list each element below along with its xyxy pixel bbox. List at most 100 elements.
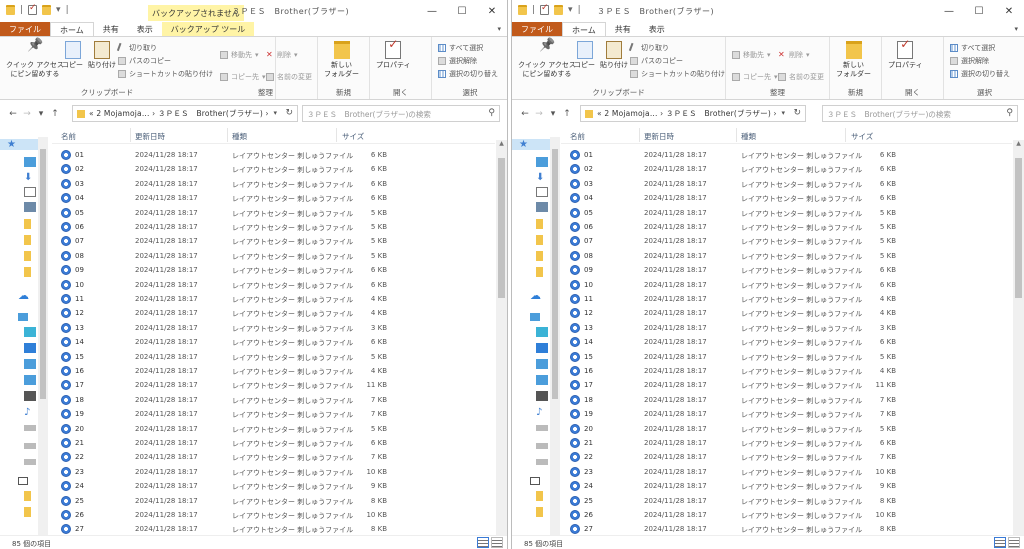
table-row[interactable]: 09 2024/11/28 18:17 レイアウトセンター 刺しゅうファイル 6 KB — [561, 263, 1012, 277]
recent-locations-icon[interactable]: ▾ — [546, 109, 560, 119]
column-date[interactable]: 更新日時 — [135, 131, 165, 142]
tab-home[interactable]: ホーム — [562, 22, 606, 36]
table-row[interactable]: 07 2024/11/28 18:17 レイアウトセンター 刺しゅうファイル 5 KB — [561, 234, 1012, 248]
back-button[interactable]: ← — [6, 109, 20, 119]
music-icon[interactable]: ♪ — [536, 407, 548, 418]
customize-toolbar-icon[interactable]: ▾ — [568, 5, 573, 15]
folder-icon[interactable] — [24, 267, 31, 277]
table-row[interactable]: 03 2024/11/28 18:17 レイアウトセンター 刺しゅうファイル 6 KB — [561, 177, 1012, 191]
table-row[interactable]: 12 2024/11/28 18:17 レイアウトセンター 刺しゅうファイル 4 KB — [52, 306, 495, 320]
tab-backup-tool[interactable]: バックアップ ツール — [161, 22, 255, 36]
pictures-icon[interactable] — [536, 202, 548, 212]
refresh-icon[interactable]: ↻ — [793, 108, 801, 118]
scrollbar-thumb[interactable] — [1015, 158, 1022, 298]
table-row[interactable]: 08 2024/11/28 18:17 レイアウトセンター 刺しゅうファイル 5 KB — [561, 249, 1012, 263]
new-folder-icon[interactable] — [554, 5, 564, 15]
pictures-icon[interactable] — [536, 391, 548, 401]
ribbon-expand-icon[interactable]: ▾ — [491, 22, 507, 36]
table-row[interactable]: 08 2024/11/28 18:17 レイアウトセンター 刺しゅうファイル 5 KB — [52, 249, 495, 263]
large-icons-view-button[interactable] — [1008, 537, 1020, 548]
back-button[interactable]: ← — [518, 109, 532, 119]
table-row[interactable]: 14 2024/11/28 18:17 レイアウトセンター 刺しゅうファイル 6 KB — [561, 335, 1012, 349]
drive-icon[interactable] — [536, 459, 548, 465]
paste-shortcut-button[interactable]: ショートカットの貼り付け — [118, 69, 213, 79]
documents-icon[interactable] — [24, 187, 36, 197]
table-row[interactable]: 12 2024/11/28 18:17 レイアウトセンター 刺しゅうファイル 4 KB — [561, 306, 1012, 320]
new-folder-button[interactable]: 新しい フォルダー — [324, 41, 359, 79]
details-view-button[interactable] — [994, 537, 1006, 548]
table-row[interactable]: 04 2024/11/28 18:17 レイアウトセンター 刺しゅうファイル 6 KB — [561, 191, 1012, 205]
tab-share[interactable]: 共有 — [606, 22, 640, 36]
table-row[interactable]: 20 2024/11/28 18:17 レイアウトセンター 刺しゅうファイル 5 KB — [561, 422, 1012, 436]
large-icons-view-button[interactable] — [491, 537, 503, 548]
ribbon-expand-icon[interactable]: ▾ — [1008, 22, 1024, 36]
network-icon[interactable] — [530, 477, 540, 485]
select-none-button[interactable]: 選択解除 — [950, 56, 989, 66]
column-divider[interactable] — [736, 128, 737, 142]
3d-objects-icon[interactable] — [536, 327, 548, 337]
paste-shortcut-button[interactable]: ショートカットの貼り付け — [630, 69, 725, 79]
new-folder-button[interactable]: 新しい フォルダー — [836, 41, 871, 79]
table-row[interactable]: 26 2024/11/28 18:17 レイアウトセンター 刺しゅうファイル 10 K… — [52, 508, 495, 522]
column-type[interactable]: 種類 — [741, 131, 756, 142]
close-button[interactable]: ✕ — [477, 0, 507, 22]
properties-button[interactable]: プロパティ — [888, 40, 923, 70]
table-row[interactable]: 22 2024/11/28 18:17 レイアウトセンター 刺しゅうファイル 7 KB — [52, 450, 495, 464]
table-row[interactable]: 13 2024/11/28 18:17 レイアウトセンター 刺しゅうファイル 3 KB — [561, 321, 1012, 335]
desktop-icon[interactable] — [536, 343, 548, 353]
folder-icon[interactable] — [536, 251, 543, 261]
copy-path-button[interactable]: パスのコピー — [630, 56, 683, 66]
table-row[interactable]: 27 2024/11/28 18:17 レイアウトセンター 刺しゅうファイル 8 KB — [561, 522, 1012, 535]
nav-scrollbar-thumb[interactable] — [552, 149, 558, 399]
folder-icon[interactable] — [536, 267, 543, 277]
maximize-button[interactable]: ☐ — [447, 0, 477, 22]
table-row[interactable]: 22 2024/11/28 18:17 レイアウトセンター 刺しゅうファイル 7 KB — [561, 450, 1012, 464]
column-type[interactable]: 種類 — [232, 131, 247, 142]
folder-icon[interactable] — [24, 219, 31, 229]
column-divider[interactable] — [639, 128, 640, 142]
music-icon[interactable]: ♪ — [24, 407, 36, 418]
pin-quick-access-button[interactable]: クイック アクセス にピン留めする — [518, 41, 576, 79]
copy-path-button[interactable]: パスのコピー — [118, 56, 171, 66]
copy-to-button[interactable]: コピー先 ▾ — [220, 72, 266, 82]
scroll-up-icon[interactable]: ▲ — [496, 140, 507, 150]
refresh-icon[interactable]: ↻ — [285, 108, 293, 118]
table-row[interactable]: 05 2024/11/28 18:17 レイアウトセンター 刺しゅうファイル 5 KB — [52, 206, 495, 220]
search-input[interactable]: ３ＰＥＳ Brother(ブラザー)の検索 ⚲ — [822, 105, 1018, 122]
properties-icon[interactable] — [28, 3, 38, 15]
table-row[interactable]: 15 2024/11/28 18:17 レイアウトセンター 刺しゅうファイル 5 KB — [52, 350, 495, 364]
details-view-button[interactable] — [477, 537, 489, 548]
table-row[interactable]: 11 2024/11/28 18:17 レイアウトセンター 刺しゅうファイル 4 KB — [561, 292, 1012, 306]
nav-scrollbar-thumb[interactable] — [40, 149, 46, 399]
tab-share[interactable]: 共有 — [94, 22, 128, 36]
file-list-scrollbar[interactable]: ▲ — [496, 140, 507, 535]
maximize-button[interactable]: ☐ — [964, 0, 994, 22]
documents-icon[interactable] — [24, 375, 36, 385]
table-row[interactable]: 14 2024/11/28 18:17 レイアウトセンター 刺しゅうファイル 6 KB — [52, 335, 495, 349]
table-row[interactable]: 01 2024/11/28 18:17 レイアウトセンター 刺しゅうファイル 6 KB — [561, 148, 1012, 162]
table-row[interactable]: 21 2024/11/28 18:17 レイアウトセンター 刺しゅうファイル 6 KB — [52, 436, 495, 450]
table-row[interactable]: 06 2024/11/28 18:17 レイアウトセンター 刺しゅうファイル 5 KB — [52, 220, 495, 234]
tab-file[interactable]: ファイル — [512, 22, 562, 36]
table-row[interactable]: 26 2024/11/28 18:17 レイアウトセンター 刺しゅうファイル 10 K… — [561, 508, 1012, 522]
column-divider[interactable] — [227, 128, 228, 142]
column-size[interactable]: サイズ — [851, 131, 873, 142]
documents-icon[interactable] — [536, 187, 548, 197]
folder-icon[interactable] — [536, 235, 543, 245]
drive-icon[interactable] — [24, 459, 36, 465]
drive-icon[interactable] — [24, 425, 36, 431]
search-input[interactable]: ３ＰＥＳ Brother(ブラザー)の検索 ⚲ — [302, 105, 500, 122]
documents-icon[interactable] — [536, 375, 548, 385]
move-to-button[interactable]: 移動先 ▾ — [220, 50, 259, 60]
folder-icon[interactable] — [24, 507, 31, 517]
folder-icon[interactable] — [536, 491, 543, 501]
onedrive-icon[interactable]: ☁ — [530, 289, 541, 302]
table-row[interactable]: 03 2024/11/28 18:17 レイアウトセンター 刺しゅうファイル 6 KB — [52, 177, 495, 191]
nav-scrollbar[interactable] — [38, 137, 48, 535]
invert-selection-button[interactable]: 選択の切り替え — [950, 69, 1010, 79]
folder-icon[interactable] — [24, 491, 31, 501]
folder-icon[interactable] — [24, 235, 31, 245]
minimize-button[interactable]: — — [934, 0, 964, 22]
table-row[interactable]: 02 2024/11/28 18:17 レイアウトセンター 刺しゅうファイル 6 KB — [561, 162, 1012, 176]
new-folder-icon[interactable] — [42, 5, 52, 15]
